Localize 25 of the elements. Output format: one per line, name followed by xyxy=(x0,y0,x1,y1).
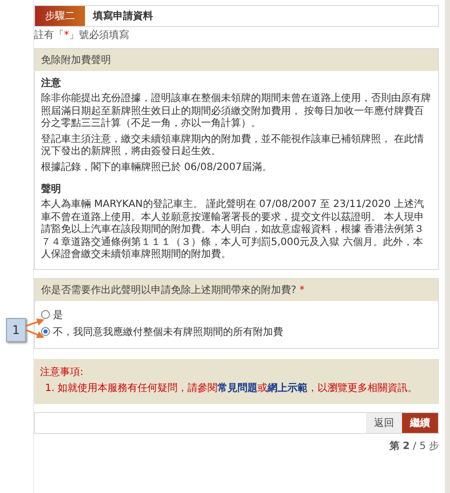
step-title: 填寫申請資料 xyxy=(93,9,153,23)
radio-button[interactable] xyxy=(41,327,50,336)
section-heading: 注意 xyxy=(41,76,62,90)
continue-button[interactable]: 繼續 xyxy=(402,412,438,432)
radio-button[interactable] xyxy=(41,310,50,319)
required-note: 註有「*」號必須填寫 xyxy=(34,28,130,42)
paragraph: 登記車主須注意，繳交未續領車牌期內的附加費，並不能視作該車已補領牌照， 在此情況下發出的新牌照，將由簽發日起生效。 xyxy=(41,134,426,158)
step-counter: 第 2 / 5 步 xyxy=(389,440,439,452)
radio-option[interactable]: 是 xyxy=(41,308,432,322)
paragraph: 本人為車輛 MARYKAN的登記車主。 謹此聲明在 07/08/2007 至 23/11/2020 上述汽車不曾在道路上使用。本人並願意按運輸署署長的要求，提交文件以茲證明。 本人現申請豁免以上汽車在該段期間的附加費。本人明白，如故意虛報資料，根據 香港法例第３７４章道路交通條例第１１１（３）條，本人可判罰5,000元及入獄 六個月。此外，本人保證會繳交未續領車牌照期間的附加費。 xyxy=(41,199,426,262)
step-label: 步驟二 xyxy=(35,6,85,26)
help-link[interactable]: 常見問題 xyxy=(218,382,258,394)
pointer-arrow xyxy=(26,329,44,338)
section-heading: 聲明 xyxy=(41,182,62,196)
pointer-arrow xyxy=(26,318,44,327)
radio-option[interactable]: 不，我同意我應繳付整個未有牌照期間的所有附加費 xyxy=(41,324,432,338)
question-text: 你是否需要作出此聲明以申請免除上述期間帶來的附加費? * xyxy=(35,278,438,300)
back-button[interactable]: 返回 xyxy=(366,412,402,432)
notes-title: 注意事項: xyxy=(40,366,84,378)
paragraph: 除非你能提出充份證據，證明該車在整個未領牌的期間未曾在道路上使用，否則由原有牌照屆滿日期起至新牌照生效日止的期間必須繳交附加費用， 按每日加收一年應付牌費百分之零點三三計算（不足一角，亦以一角計算）。 xyxy=(41,93,432,130)
help-link[interactable]: 網上示範 xyxy=(268,382,308,394)
paragraph: 根據記錄，閣下的車輛牌照已於 06/08/2007屆滿。 xyxy=(41,162,273,174)
note-text: 1. 如就使用本服務有任何疑問，請參閱常見問題或網上示範，以瀏覽更多相關資訊。 xyxy=(45,382,419,394)
callout-badge: 1 xyxy=(6,318,26,342)
panel-title: 免除附加費聲明 xyxy=(35,49,438,71)
